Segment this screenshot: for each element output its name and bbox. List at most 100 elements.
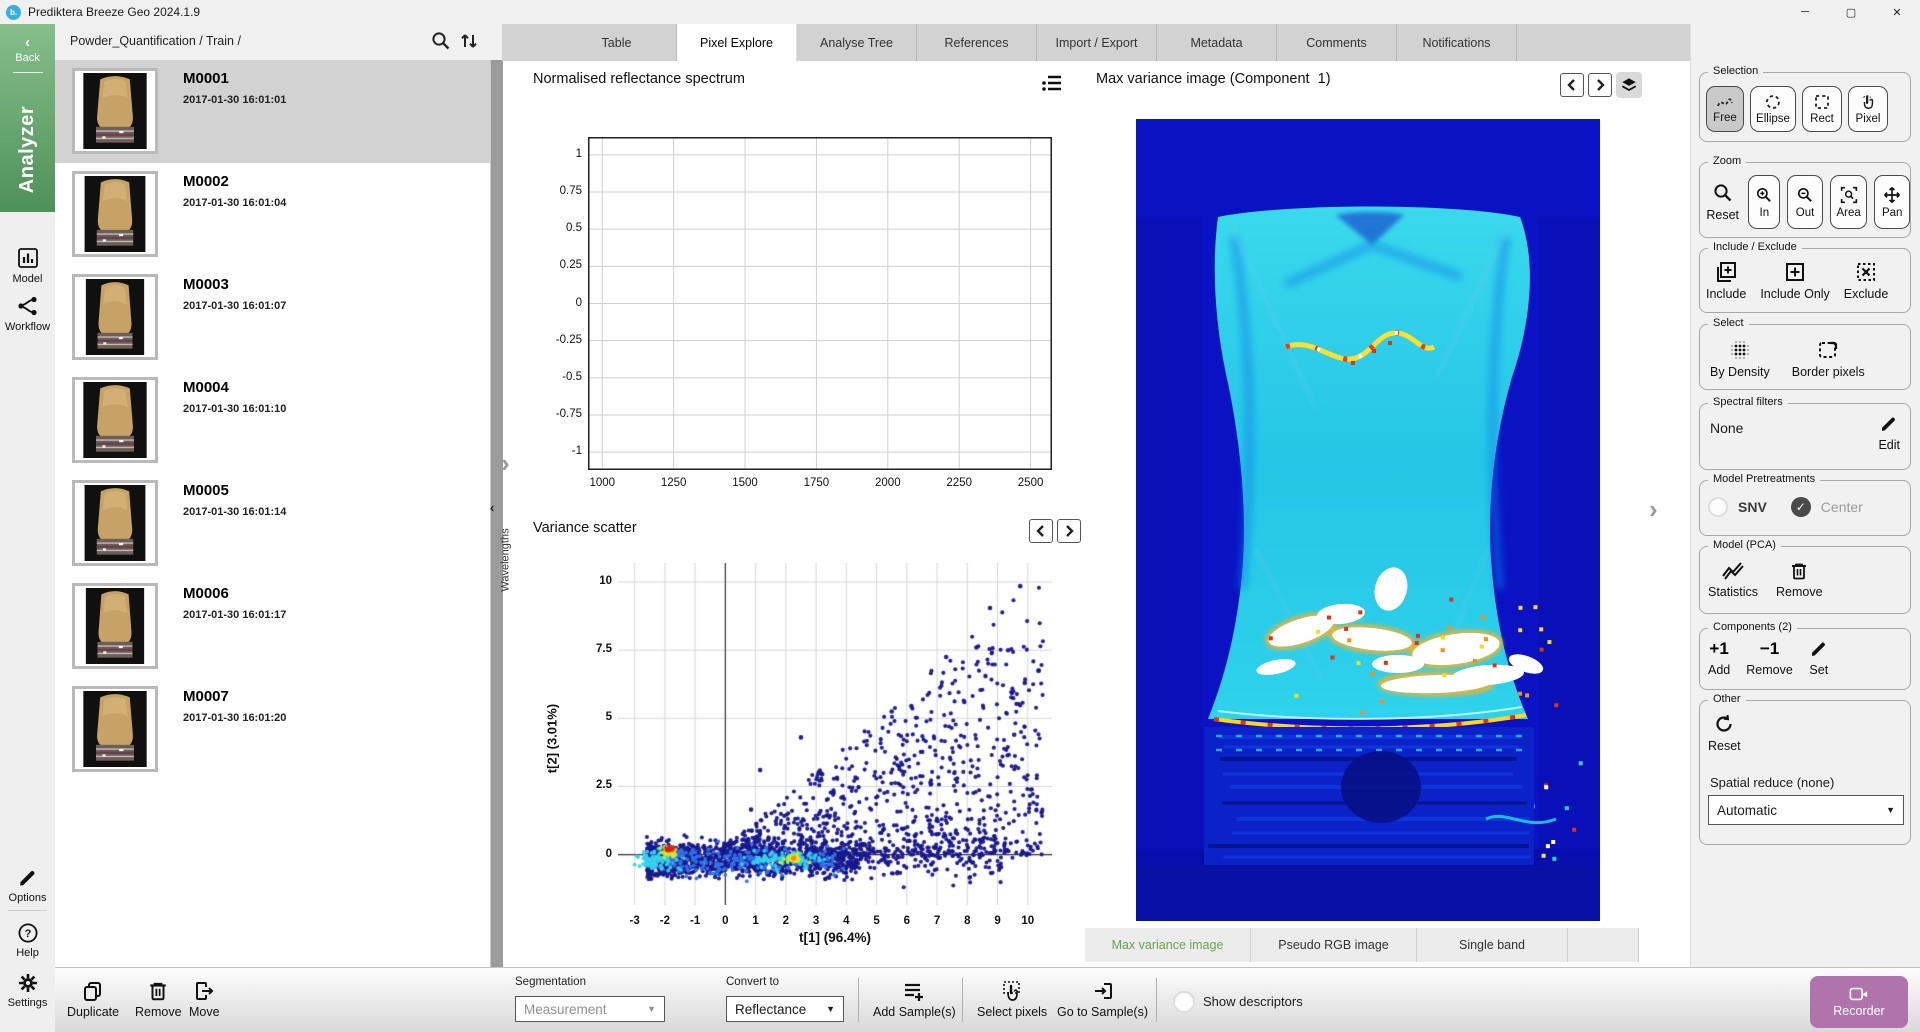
recorder-button[interactable]: Recorder — [1810, 976, 1908, 1028]
pixel-select-button[interactable]: Pixel — [1848, 86, 1888, 132]
tab-import-export[interactable]: Import / Export — [1037, 24, 1157, 61]
set-components-button[interactable]: Set — [1809, 639, 1829, 677]
show-descriptors-checkbox[interactable] — [1173, 991, 1195, 1013]
legend-list-icon[interactable] — [1040, 71, 1064, 95]
convert-to-label: Convert to — [726, 976, 779, 988]
image-next-button[interactable] — [1588, 73, 1612, 97]
scatter-y-tick: 5 — [570, 711, 612, 723]
image-tab-single-band[interactable]: Single band — [1417, 928, 1568, 962]
sidebar-item-model[interactable]: Model — [0, 246, 55, 285]
pretreatments-legend: Model Pretreatments — [1708, 473, 1820, 485]
zoom-out-icon — [1796, 186, 1814, 204]
max-variance-heatmap[interactable] — [1136, 119, 1600, 921]
include-icon — [1714, 261, 1738, 283]
scatter-next-button[interactable] — [1057, 519, 1081, 543]
move-icon — [193, 980, 215, 1002]
border-pixels-button[interactable]: Border pixels — [1792, 339, 1865, 379]
sample-row-m0004[interactable]: M0004 2017-01-30 16:01:10 — [55, 369, 490, 472]
tab-comments[interactable]: Comments — [1277, 24, 1397, 61]
include-only-button[interactable]: Include Only — [1760, 261, 1829, 301]
sidebar-item-settings[interactable]: Settings — [0, 972, 55, 1009]
sample-timestamp: 2017-01-30 16:01:14 — [183, 506, 286, 518]
zoom-area-button[interactable]: Area — [1830, 175, 1868, 229]
image-tab-max-variance-image[interactable]: Max variance image — [1085, 928, 1251, 962]
free-select-button[interactable]: Free — [1706, 86, 1744, 132]
sidebar-item-label: Model — [13, 273, 43, 285]
sidebar-divider — [8, 910, 47, 911]
sample-row-m0002[interactable]: M0002 2017-01-30 16:01:04 — [55, 163, 490, 266]
maximize-button[interactable]: ▢ — [1828, 0, 1874, 24]
move-sample-button[interactable]: Move — [189, 980, 220, 1019]
spectral-filters-group: Spectral filters None Edit — [1699, 403, 1911, 470]
include-button[interactable]: Include — [1706, 261, 1746, 301]
pan-button[interactable]: Pan — [1874, 175, 1910, 229]
zoom-out-button[interactable]: Out — [1787, 175, 1823, 229]
sidebar-item-help[interactable]: ? Help — [0, 922, 55, 959]
tab-notifications[interactable]: Notifications — [1397, 24, 1517, 61]
wavelengths-expand-chevron-icon[interactable]: › — [501, 448, 510, 479]
tab-metadata[interactable]: Metadata — [1157, 24, 1277, 61]
sample-row-m0003[interactable]: M0003 2017-01-30 16:01:07 — [55, 266, 490, 369]
remove-model-button[interactable]: Remove — [1776, 561, 1823, 599]
goto-samples-button[interactable]: Go to Sample(s) — [1057, 980, 1148, 1019]
wavelengths-handle[interactable]: Wavelengths — [500, 528, 512, 591]
zoom-reset-button[interactable]: Reset — [1704, 182, 1741, 222]
tab-references[interactable]: References — [917, 24, 1037, 61]
reset-other-button[interactable]: Reset — [1708, 713, 1741, 753]
minimize-button[interactable]: ─ — [1782, 0, 1828, 24]
model-pca-group: Model (PCA) Statistics Remove — [1699, 546, 1911, 614]
add-samples-button[interactable]: Add Sample(s) — [873, 980, 956, 1019]
zoom-in-button[interactable]: In — [1748, 175, 1780, 229]
sample-row-m0001[interactable]: M0001 2017-01-30 16:01:01 — [55, 60, 490, 163]
edit-filters-button[interactable]: Edit — [1878, 414, 1900, 452]
sidebar-item-workflow[interactable]: Workflow — [0, 294, 55, 333]
sample-row-m0005[interactable]: M0005 2017-01-30 16:01:14 — [55, 472, 490, 575]
sort-icon[interactable] — [458, 30, 480, 52]
scatter-x-tick: 8 — [953, 915, 981, 927]
sidebar-item-label: Settings — [8, 997, 48, 1009]
exclude-button[interactable]: Exclude — [1844, 261, 1888, 301]
convert-to-dropdown[interactable]: Reflectance ▼ — [726, 996, 844, 1022]
duplicate-button[interactable]: Duplicate — [67, 980, 119, 1019]
image-prev-button[interactable] — [1560, 73, 1584, 97]
tab-analyse-tree[interactable]: Analyse Tree — [797, 24, 917, 61]
image-tab-pseudo-rgb-image[interactable]: Pseudo RGB image — [1251, 928, 1417, 962]
scatter-x-tick: 6 — [893, 915, 921, 927]
search-icon[interactable] — [430, 30, 452, 52]
layers-button[interactable] — [1616, 72, 1642, 98]
close-button[interactable]: ✕ — [1874, 0, 1920, 24]
sample-timestamp: 2017-01-30 16:01:17 — [183, 609, 286, 621]
variance-scatter-chart[interactable] — [618, 563, 1052, 905]
right-panel-expand-chevron-icon[interactable]: › — [1649, 494, 1658, 525]
image-panel-title: Max variance image (Component 1) — [1096, 71, 1331, 87]
center-checkbox[interactable]: ✓ — [1791, 497, 1811, 517]
select-pixels-button[interactable]: Select pixels — [977, 980, 1047, 1019]
tab-pixel-explore[interactable]: Pixel Explore — [677, 24, 797, 61]
scatter-x-tick: 7 — [923, 915, 951, 927]
border-pixels-icon — [1817, 339, 1839, 361]
back-button[interactable]: Back — [0, 52, 55, 64]
sample-name: M0001 — [183, 70, 286, 87]
tab-table[interactable]: Table — [557, 24, 677, 61]
sidebar-back-section[interactable]: ‹ Back Analyzer — [0, 24, 55, 212]
spatial-reduce-dropdown[interactable]: Automatic ▼ — [1708, 795, 1904, 825]
ellipse-select-button[interactable]: Ellipse — [1750, 86, 1796, 132]
sample-row-m0006[interactable]: M0006 2017-01-30 16:01:17 — [55, 575, 490, 678]
include-exclude-legend: Include / Exclude — [1708, 241, 1802, 253]
scatter-prev-button[interactable] — [1029, 519, 1053, 543]
spectrum-chart[interactable] — [588, 137, 1052, 470]
wavelengths-collapse-chevron-icon[interactable]: ‹ — [490, 500, 494, 515]
sample-row-m0007[interactable]: M0007 2017-01-30 16:01:20 — [55, 678, 490, 781]
statistics-button[interactable]: Statistics — [1708, 561, 1758, 599]
back-chevron-icon: ‹ — [0, 36, 55, 50]
sidebar-item-options[interactable]: Options — [0, 867, 55, 904]
add-component-button[interactable]: +1 Add — [1708, 639, 1730, 677]
remove-sample-button[interactable]: Remove — [135, 980, 182, 1019]
rect-select-button[interactable]: Rect — [1802, 86, 1842, 132]
snv-radio[interactable] — [1708, 497, 1728, 517]
segmentation-dropdown[interactable]: Measurement ▼ — [515, 996, 665, 1022]
scatter-x-tick: 2 — [772, 915, 800, 927]
remove-component-button[interactable]: −1 Remove — [1746, 639, 1793, 677]
breadcrumb[interactable]: Powder_Quantification / Train / — [70, 34, 241, 48]
by-density-button[interactable]: By Density — [1710, 339, 1770, 379]
